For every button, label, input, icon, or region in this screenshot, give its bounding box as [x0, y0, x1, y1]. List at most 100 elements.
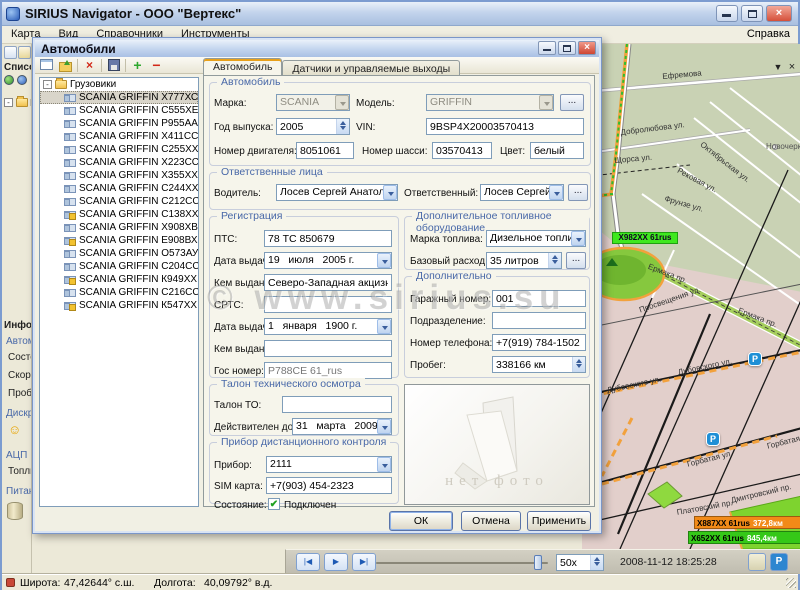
tree-item[interactable]: SCANIA GRIFFIN С255ХХ 61rus: [40, 143, 198, 156]
globe-blue-icon[interactable]: [17, 75, 27, 85]
zoom-tool-button[interactable]: [18, 46, 31, 59]
color-input[interactable]: [530, 142, 584, 159]
minimize-button[interactable]: [716, 5, 738, 22]
tree-item[interactable]: SCANIA GRIFFIN К547ХХ 161rus: [40, 299, 198, 312]
battery-icon: [7, 502, 23, 520]
track-label-orange[interactable]: Х887ХХ 61rus372,8км: [694, 516, 800, 529]
tree-item[interactable]: SCANIA GRIFFIN Х223СС 61rus: [40, 156, 198, 169]
ticket-input[interactable]: [282, 396, 392, 413]
tree-item[interactable]: SCANIA GRIFFIN О573АУ 61rus: [40, 247, 198, 260]
truck-icon: [64, 224, 76, 232]
no-photo-label: нет фото: [405, 473, 589, 490]
valid-until-picker[interactable]: 31 марта 2009 г.: [292, 418, 392, 435]
map-collapse-button[interactable]: ▼: [772, 62, 784, 72]
dialog-minimize-button[interactable]: [538, 41, 556, 55]
parking-toggle-button[interactable]: P: [770, 553, 788, 571]
add-icon[interactable]: +: [130, 59, 145, 72]
tree-item[interactable]: SCANIA GRIFFIN С216СС 61rus: [40, 286, 198, 299]
title-bar: SIRIUS Navigator - ООО "Вертекс" ×: [2, 2, 798, 26]
phone-input[interactable]: [492, 334, 586, 351]
skip-end-button[interactable]: ▶|: [352, 553, 376, 571]
connected-checkbox[interactable]: ✔: [268, 498, 280, 510]
close-button[interactable]: ×: [766, 5, 792, 22]
ok-button[interactable]: ОК: [389, 511, 453, 531]
apply-button[interactable]: Применить: [527, 511, 591, 531]
plate-input[interactable]: [264, 362, 392, 379]
new-card-icon[interactable]: [39, 59, 54, 72]
driver-combo[interactable]: Лосев Сергей Анатоль: [276, 184, 398, 201]
model-more-button[interactable]: ...: [560, 94, 584, 111]
pts-input[interactable]: [264, 230, 392, 247]
pan-tool-button[interactable]: [4, 46, 17, 59]
save-icon[interactable]: [106, 59, 121, 72]
restore-button[interactable]: [741, 5, 763, 22]
info-mileage-label: Пробег: [8, 388, 32, 399]
tab-vehicle[interactable]: Автомобиль: [203, 58, 282, 75]
tree-item[interactable]: SCANIA GRIFFIN Х908ХВ 61rus: [40, 221, 198, 234]
remove-icon[interactable]: −: [149, 59, 164, 72]
tab-sensors[interactable]: Датчики и управляемые выходы: [282, 60, 460, 75]
parking-marker[interactable]: P: [706, 432, 720, 446]
chassis-input[interactable]: [432, 142, 492, 159]
base-rate-spin-buttons[interactable]: [548, 253, 561, 268]
tree-item[interactable]: SCANIA GRIFFIN Е908ВХ 161rus: [40, 234, 198, 247]
speed-spin-buttons[interactable]: [590, 555, 603, 570]
tree-item[interactable]: SCANIA GRIFFIN С244ХХ 61rus: [40, 182, 198, 195]
tree-item[interactable]: SCANIA GRIFFIN Х411СС 61rus: [40, 130, 198, 143]
photo-box[interactable]: нет фото: [404, 384, 590, 505]
vehicle-map-label[interactable]: Х982ХХ 61rus: [612, 232, 678, 244]
cancel-button[interactable]: Отмена: [461, 511, 521, 531]
tree-expand-box[interactable]: -: [4, 98, 13, 107]
division-input[interactable]: [492, 312, 586, 329]
map-close-button[interactable]: ×: [786, 61, 798, 73]
vin-label: VIN:: [356, 122, 375, 133]
vin-input[interactable]: [426, 118, 584, 135]
engine-input[interactable]: [296, 142, 354, 159]
state-label: Состояние:: [214, 500, 267, 511]
issue-date2-picker[interactable]: 1 января 1900 г.: [264, 318, 392, 335]
timeline-slider-track[interactable]: [376, 562, 548, 564]
group-title: Автомобиль: [217, 76, 284, 88]
srts-input[interactable]: [264, 296, 392, 313]
device-combo[interactable]: 2111: [266, 456, 392, 473]
mileage-spin-buttons[interactable]: [572, 357, 585, 372]
year-spin-buttons[interactable]: [336, 119, 349, 134]
track-label-green[interactable]: Х652ХХ 61rus845,4км: [688, 531, 800, 544]
delete-icon[interactable]: ×: [82, 59, 97, 72]
tree-item[interactable]: SCANIA GRIFFIN С204СС 61rus: [40, 260, 198, 273]
tree-root-row[interactable]: - Грузовики: [40, 78, 198, 91]
timeline-slider-thumb[interactable]: [534, 555, 542, 570]
playback-bar: |◀ ▶ ▶| 2008-11-12 18:25:28 P: [285, 549, 800, 574]
tree-item[interactable]: SCANIA GRIFFIN С555ХЕ 61rus: [40, 104, 198, 117]
play-button[interactable]: ▶: [324, 553, 348, 571]
fuel-more-button[interactable]: ...: [566, 252, 586, 269]
globe-green-icon[interactable]: [4, 75, 14, 85]
skip-start-button[interactable]: |◀: [296, 553, 320, 571]
dialog-close-button[interactable]: ×: [578, 41, 596, 55]
import-icon[interactable]: [58, 59, 73, 72]
resize-grip[interactable]: [786, 578, 796, 588]
issued-by2-input[interactable]: [264, 340, 392, 357]
dialog-maximize-button[interactable]: [558, 41, 576, 55]
tree-expand-box[interactable]: -: [43, 80, 52, 89]
tree-item[interactable]: SCANIA GRIFFIN С212СС 61rus: [40, 195, 198, 208]
issued-by-input[interactable]: [264, 274, 392, 291]
tree-item[interactable]: SCANIA GRIFFIN К949ХХ 161rus: [40, 273, 198, 286]
vehicle-tree[interactable]: - Грузовики SCANIA GRIFFIN Х777ХС 61rus …: [39, 77, 199, 507]
menu-help[interactable]: Справка: [747, 28, 790, 40]
garage-input[interactable]: [492, 290, 586, 307]
tree-item[interactable]: SCANIA GRIFFIN Х777ХС 61rus: [40, 91, 198, 104]
fuel-type-combo[interactable]: Дизельное топливо: [486, 230, 586, 247]
tree-item[interactable]: SCANIA GRIFFIN С138ХХ 161rus: [40, 208, 198, 221]
speed-spinner[interactable]: [556, 554, 604, 571]
responsible-combo[interactable]: Лосев Сергей Анатоль: [480, 184, 564, 201]
persons-more-button[interactable]: ...: [568, 184, 588, 201]
parking-marker[interactable]: P: [748, 352, 762, 366]
tree-item[interactable]: SCANIA GRIFFIN Х355ХХ 61rus: [40, 169, 198, 182]
sim-input[interactable]: [266, 477, 392, 494]
tree-item[interactable]: SCANIA GRIFFIN Р955АА 61rus: [40, 117, 198, 130]
layers-button[interactable]: [748, 553, 766, 571]
map-view[interactable]: Ефремова Добролюбова ул. Щорса ул. Октяб…: [582, 44, 800, 549]
device-group: Прибор дистанционного контроля: [209, 442, 399, 504]
issue-date-picker[interactable]: 19 июля 2005 г.: [264, 252, 392, 269]
